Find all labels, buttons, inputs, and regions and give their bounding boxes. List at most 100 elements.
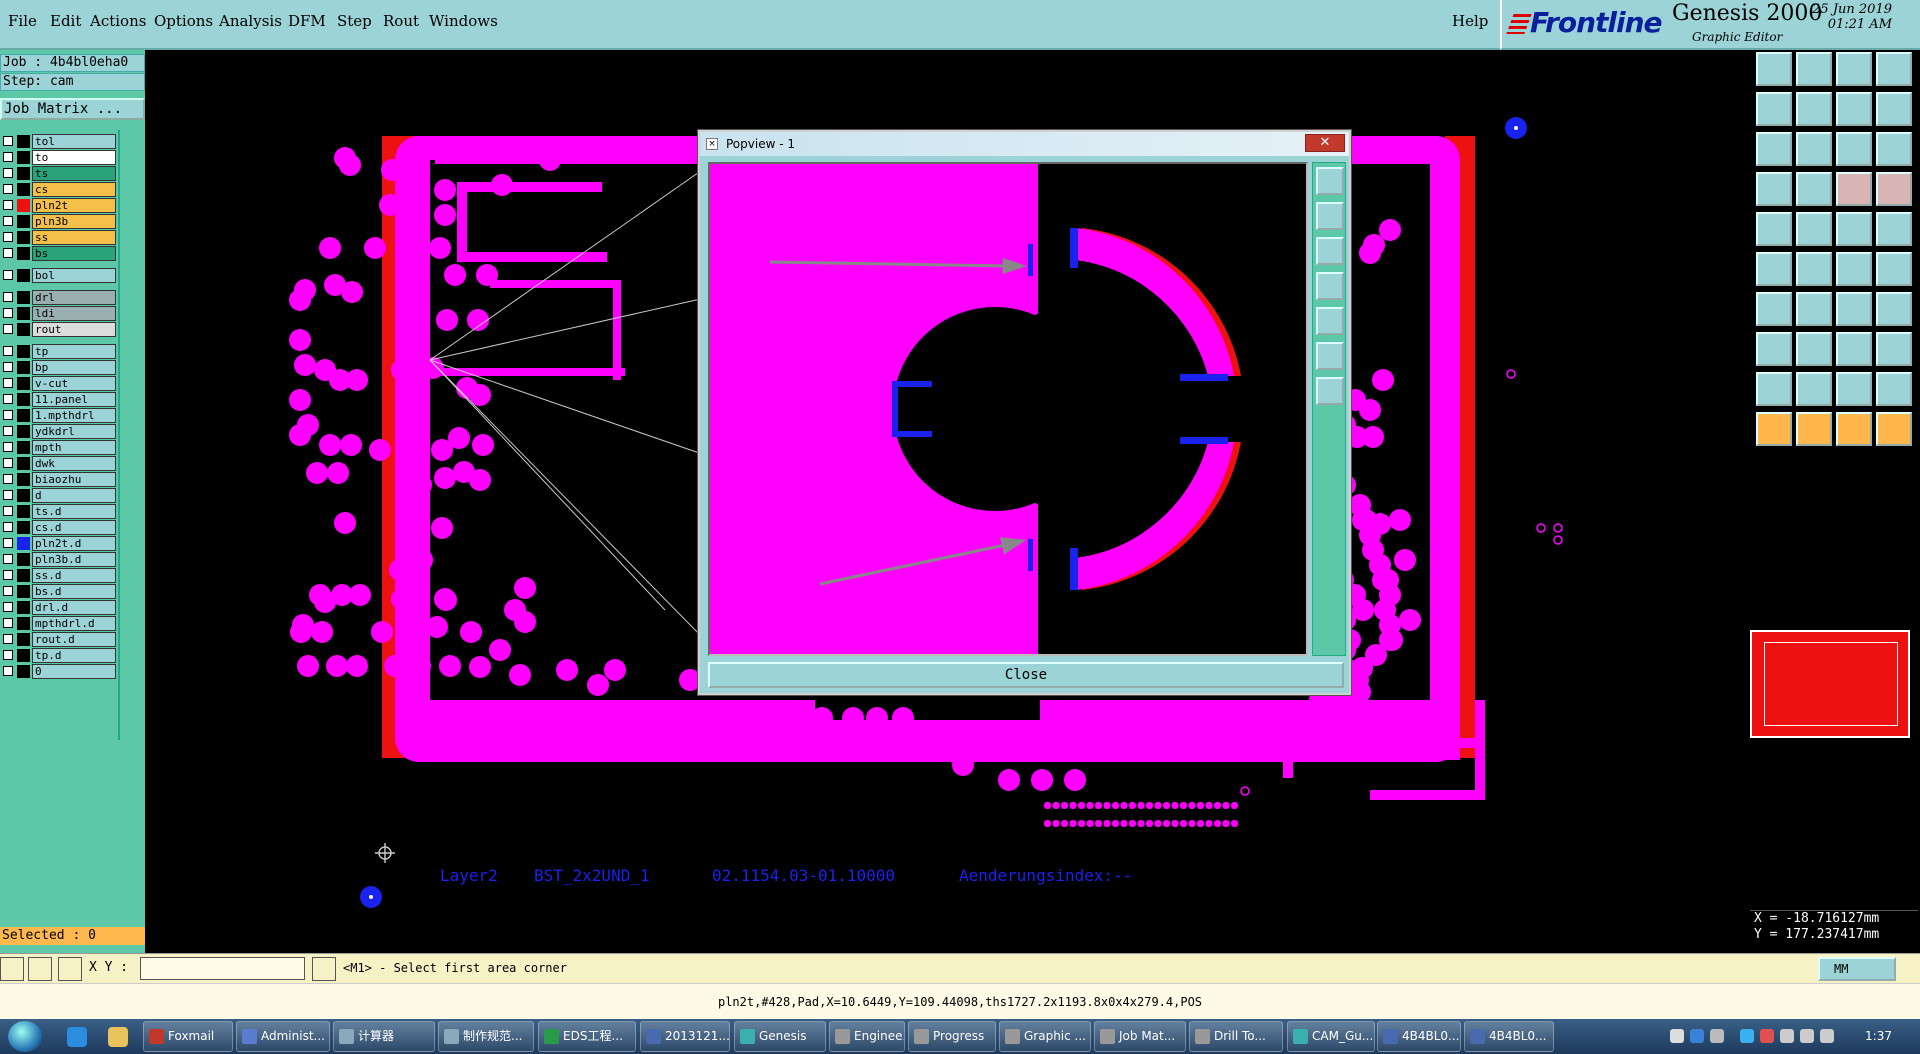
fill-icon[interactable]: [1876, 212, 1912, 246]
layer-name[interactable]: pln2t.d: [32, 536, 116, 551]
taskbar-button[interactable]: Foxmail: [143, 1021, 233, 1052]
layer-name[interactable]: rout: [32, 322, 116, 337]
tray-icon[interactable]: [1670, 1029, 1684, 1043]
layer-color-swatch[interactable]: [17, 489, 30, 502]
layer-row-ldi[interactable]: ldi: [0, 306, 118, 321]
popview-titlebar[interactable]: × Popview - 1 ✕: [700, 132, 1349, 156]
open-job-icon[interactable]: [1756, 52, 1792, 86]
menu-rout[interactable]: Rout: [383, 12, 419, 30]
layer-checkbox[interactable]: [3, 538, 13, 548]
layer-checkbox[interactable]: [3, 346, 13, 356]
help-icon[interactable]: [1876, 132, 1912, 166]
layer-checkbox[interactable]: [3, 490, 13, 500]
popview-load-icon[interactable]: [1316, 237, 1344, 265]
layer-checkbox[interactable]: [3, 292, 13, 302]
popview-import-icon[interactable]: [1316, 272, 1344, 300]
layer-color-swatch[interactable]: [17, 269, 30, 282]
layer-row-pln2t.d[interactable]: pln2t.d: [0, 536, 118, 551]
pointer-remove-icon[interactable]: [1836, 412, 1872, 446]
layer-name[interactable]: cs: [32, 182, 116, 197]
taskbar-button[interactable]: Graphic ...: [999, 1021, 1091, 1052]
layer-row-ts.d[interactable]: ts.d: [0, 504, 118, 519]
ie-icon[interactable]: [67, 1027, 87, 1047]
copy-icon[interactable]: [1756, 332, 1792, 366]
layer-color-swatch[interactable]: [17, 601, 30, 614]
layer-name[interactable]: cs.d: [32, 520, 116, 535]
layer-color-swatch[interactable]: [17, 215, 30, 228]
layer-checkbox[interactable]: [3, 618, 13, 628]
swap-icon[interactable]: [1836, 92, 1872, 126]
layer-color-swatch[interactable]: [17, 665, 30, 678]
layer-row-11.panel[interactable]: 11.panel: [0, 392, 118, 407]
layer-color-swatch[interactable]: [17, 199, 30, 212]
layer-color-swatch[interactable]: [17, 247, 30, 260]
snap-point-icon[interactable]: [1876, 252, 1912, 286]
layer-name[interactable]: d: [32, 488, 116, 503]
layer-name[interactable]: tp.d: [32, 648, 116, 663]
layer-checkbox[interactable]: [3, 378, 13, 388]
layer-checkbox[interactable]: [3, 324, 13, 334]
layer-row-d[interactable]: d: [0, 488, 118, 503]
layer-row-bs[interactable]: bs: [0, 246, 118, 261]
layer-row-ss.d[interactable]: ss.d: [0, 568, 118, 583]
layer-color-swatch[interactable]: [17, 617, 30, 630]
layer-name[interactable]: tol: [32, 134, 116, 149]
layer-color-swatch[interactable]: [17, 409, 30, 422]
layer-checkbox[interactable]: [3, 184, 13, 194]
layer-checkbox[interactable]: [3, 570, 13, 580]
layer-name[interactable]: pln2t: [32, 198, 116, 213]
layer-row-tp.d[interactable]: tp.d: [0, 648, 118, 663]
layer-color-swatch[interactable]: [17, 231, 30, 244]
layer-color-swatch[interactable]: [17, 521, 30, 534]
layer-name[interactable]: pln3b: [32, 214, 116, 229]
layer-row-rout[interactable]: rout: [0, 322, 118, 337]
layer-name[interactable]: mpth: [32, 440, 116, 455]
break-icon[interactable]: [1796, 332, 1832, 366]
layer-color-swatch[interactable]: [17, 569, 30, 582]
menu-step[interactable]: Step: [337, 12, 372, 30]
layer-color-swatch[interactable]: [17, 393, 30, 406]
layer-name[interactable]: ts.d: [32, 504, 116, 519]
layer-name[interactable]: v-cut: [32, 376, 116, 391]
layer-checkbox[interactable]: [3, 634, 13, 644]
layer-name[interactable]: pln3b.d: [32, 552, 116, 567]
layer-checkbox[interactable]: [3, 442, 13, 452]
volume-icon[interactable]: [1800, 1029, 1814, 1043]
taskbar-button[interactable]: 计算器: [333, 1021, 435, 1052]
menu-options[interactable]: Options: [154, 12, 213, 30]
pointer-net-icon[interactable]: [1876, 412, 1912, 446]
layer-color-swatch[interactable]: [17, 633, 30, 646]
layer-name[interactable]: drl.d: [32, 600, 116, 615]
taskbar-button[interactable]: Progress: [908, 1021, 996, 1052]
layer-row-tp[interactable]: tp: [0, 344, 118, 359]
layer-checkbox[interactable]: [3, 232, 13, 242]
layer-color-swatch[interactable]: [17, 425, 30, 438]
layer-row-v-cut[interactable]: v-cut: [0, 376, 118, 391]
layer-color-swatch[interactable]: [17, 553, 30, 566]
measure-tool-icon[interactable]: [28, 957, 52, 981]
units-selector[interactable]: MM: [1818, 957, 1896, 981]
move-node-icon[interactable]: [1756, 252, 1792, 286]
select-layer-icon[interactable]: [1876, 172, 1912, 206]
job-matrix-button[interactable]: Job Matrix ...: [0, 98, 145, 120]
zoom-fit-icon[interactable]: [1756, 132, 1792, 166]
menu-windows[interactable]: Windows: [429, 12, 498, 30]
layer-row-rout.d[interactable]: rout.d: [0, 632, 118, 647]
layer-name[interactable]: bs: [32, 246, 116, 261]
layer-checkbox[interactable]: [3, 136, 13, 146]
start-button[interactable]: [8, 1021, 42, 1052]
layer-color-swatch[interactable]: [17, 377, 30, 390]
triangle-c-icon[interactable]: [1836, 372, 1872, 406]
layer-row-dwk[interactable]: dwk: [0, 456, 118, 471]
menu-file[interactable]: File: [8, 12, 37, 30]
minimap[interactable]: [1750, 630, 1910, 738]
layer-color-swatch[interactable]: [17, 323, 30, 336]
pointer-icon[interactable]: [1756, 412, 1792, 446]
home-icon[interactable]: [1836, 52, 1872, 86]
taskbar-button[interactable]: CAM_Gu...: [1287, 1021, 1375, 1052]
draw-line-icon[interactable]: [1756, 292, 1792, 326]
layer-color-swatch[interactable]: [17, 473, 30, 486]
taskbar-button[interactable]: Administ...: [236, 1021, 330, 1052]
layer-color-swatch[interactable]: [17, 537, 30, 550]
layer-color-swatch[interactable]: [17, 361, 30, 374]
